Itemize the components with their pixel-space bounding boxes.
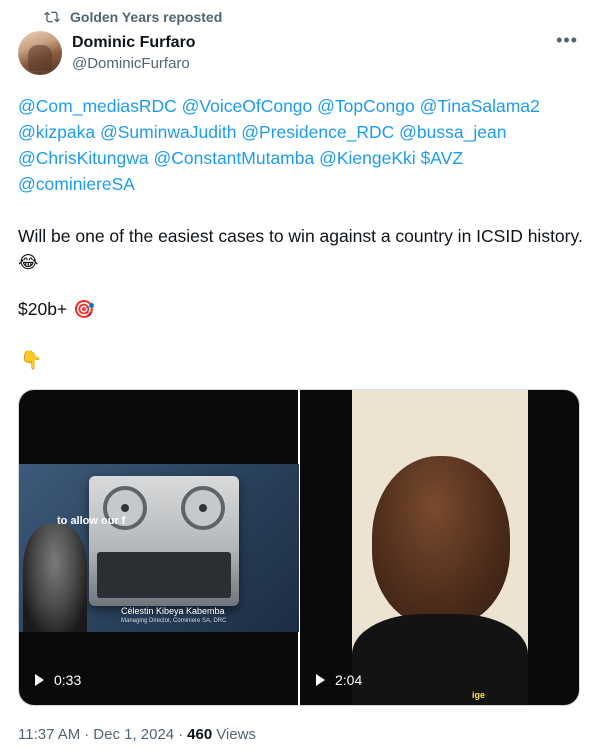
tape-recorder-image bbox=[89, 476, 239, 606]
avatar[interactable] bbox=[18, 31, 62, 75]
play-icon bbox=[316, 674, 325, 686]
mention-link[interactable]: @Com_mediasRDC bbox=[18, 96, 177, 116]
video-2-duration: 2:04 bbox=[335, 672, 363, 688]
laughing-emoji: 😂 bbox=[18, 252, 39, 272]
play-icon bbox=[35, 674, 44, 686]
video-1-play-button[interactable]: 0:33 bbox=[35, 672, 81, 688]
portrait-image bbox=[23, 524, 87, 632]
repost-icon bbox=[44, 11, 60, 23]
mention-link[interactable]: @ChrisKitungwa bbox=[18, 148, 149, 168]
price-line: $20b+ 🎯 bbox=[18, 299, 95, 320]
mention-link[interactable]: @TinaSalama2 bbox=[420, 96, 540, 116]
pointing-down-emoji: 👇 bbox=[20, 350, 43, 370]
mention-link[interactable]: @ConstantMutamba bbox=[153, 148, 314, 168]
mention-link[interactable]: @SuminwaJudith bbox=[100, 122, 236, 142]
video-2[interactable]: ige 2:04 bbox=[300, 390, 579, 705]
author-name[interactable]: Dominic Furfaro bbox=[72, 34, 196, 52]
views-count: 460 bbox=[187, 726, 213, 743]
tweet-text: Will be one of the easiest cases to win … bbox=[18, 223, 583, 275]
mention-link[interactable]: @kizpaka bbox=[18, 122, 95, 142]
repost-header[interactable]: Golden Years reposted bbox=[44, 9, 222, 25]
video-1-caption: to allow our f bbox=[57, 515, 126, 527]
video-1-person-name: Célestin Kibeya Kabemba bbox=[121, 606, 225, 616]
price-text: $20b+ bbox=[18, 299, 68, 319]
mention-link[interactable]: @TopCongo bbox=[317, 96, 415, 116]
mention-link[interactable]: @Presidence_RDC bbox=[241, 122, 394, 142]
tweet-date[interactable]: Dec 1, 2024 bbox=[93, 726, 174, 743]
views-label: Views bbox=[216, 726, 256, 743]
mentions: @Com_mediasRDC @VoiceOfCongo @TopCongo @… bbox=[18, 93, 583, 197]
cashtag-link[interactable]: $AVZ bbox=[421, 148, 463, 168]
mention-link[interactable]: @cominiereSA bbox=[18, 174, 135, 194]
media-grid: to allow our f Célestin Kibeya Kabemba M… bbox=[18, 389, 580, 706]
video-1-person-role: Managing Director, Cominiere SA, DRC bbox=[121, 618, 227, 624]
video-1[interactable]: to allow our f Célestin Kibeya Kabemba M… bbox=[19, 390, 299, 705]
tweet-body: Will be one of the easiest cases to win … bbox=[18, 226, 583, 246]
video-1-duration: 0:33 bbox=[54, 672, 82, 688]
video-1-frame: to allow our f Célestin Kibeya Kabemba M… bbox=[19, 464, 299, 632]
tweet-meta: 11:37 AM · Dec 1, 2024 · 460 Views bbox=[18, 726, 256, 743]
video-2-caption: ige bbox=[472, 690, 486, 700]
mention-link[interactable]: @VoiceOfCongo bbox=[182, 96, 313, 116]
target-emoji: 🎯 bbox=[73, 299, 95, 319]
speaker-image bbox=[372, 456, 510, 626]
repost-label: Golden Years reposted bbox=[70, 9, 223, 25]
video-2-play-button[interactable]: 2:04 bbox=[316, 672, 362, 688]
video-2-frame: ige bbox=[352, 390, 528, 705]
tweet-time[interactable]: 11:37 AM bbox=[18, 726, 80, 743]
author-handle[interactable]: @DominicFurfaro bbox=[72, 55, 190, 72]
mention-link[interactable]: @bussa_jean bbox=[399, 122, 506, 142]
more-icon[interactable]: ••• bbox=[556, 30, 578, 51]
mention-link[interactable]: @KiengeKki bbox=[319, 148, 416, 168]
